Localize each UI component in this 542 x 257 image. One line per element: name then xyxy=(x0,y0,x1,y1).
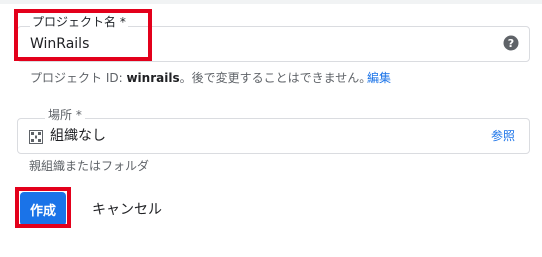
browse-location-button[interactable]: 参照 xyxy=(491,128,515,144)
location-hint: 親組織またはフォルダ xyxy=(29,159,150,173)
svg-text:?: ? xyxy=(508,37,514,50)
project-id-info: プロジェクト ID: winrails。後で変更することはできません。 xyxy=(30,70,371,86)
project-id-suffix: 。後で変更することはできません。 xyxy=(179,71,372,85)
cancel-button[interactable]: キャンセル xyxy=(86,192,168,226)
project-id-value: winrails xyxy=(126,71,180,85)
highlight-box-create xyxy=(15,187,71,228)
highlight-box-project-name xyxy=(14,9,152,61)
edit-project-id-link[interactable]: 編集 xyxy=(367,70,391,86)
location-value: 組織なし xyxy=(50,128,106,144)
top-strip xyxy=(0,0,542,4)
project-id-prefix: プロジェクト ID: xyxy=(30,71,127,85)
organization-icon xyxy=(29,130,43,144)
help-icon[interactable]: ? xyxy=(503,35,519,51)
location-field[interactable]: 場所 * 組織なし 参照 xyxy=(17,108,530,154)
location-label: 場所 * xyxy=(45,108,85,122)
